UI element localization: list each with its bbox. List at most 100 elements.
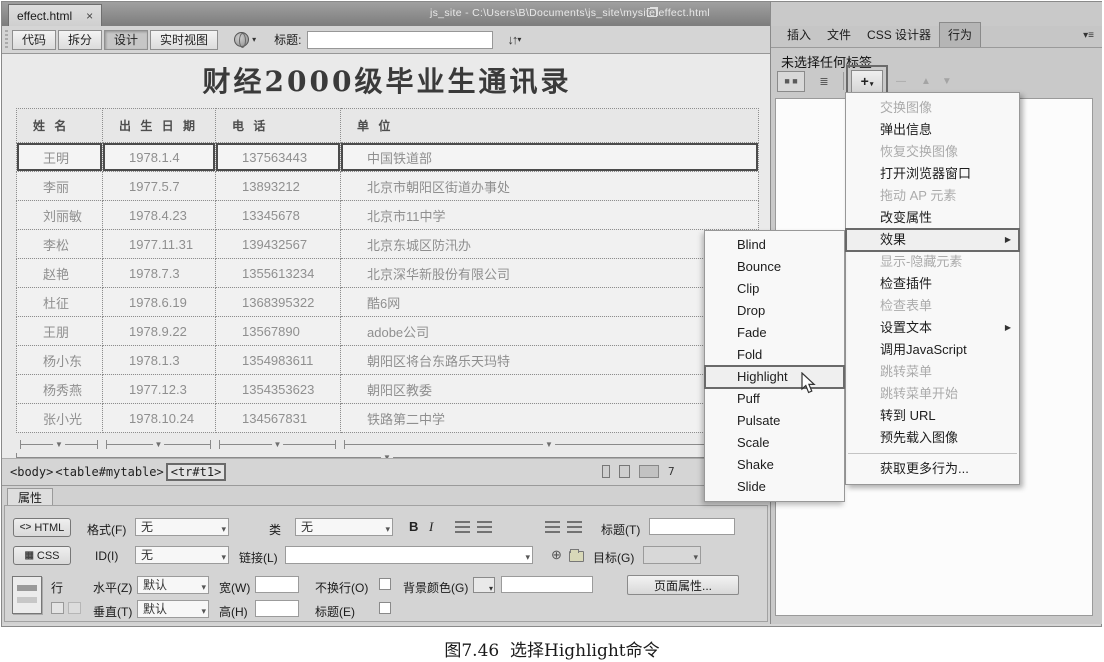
table-cell[interactable]: 刘丽敏 (17, 201, 103, 230)
add-behavior-button[interactable]: + ▾ (851, 70, 883, 93)
bgcolor-input[interactable] (501, 576, 593, 593)
desktop-size-icon[interactable] (639, 465, 659, 478)
tag-selector-item[interactable]: <body> (10, 465, 53, 479)
id-select[interactable]: 无 (135, 546, 229, 564)
view-mode-button[interactable]: 实时视图 (150, 30, 218, 50)
merge-cells-icon[interactable] (51, 602, 64, 614)
horizontal-select[interactable]: 默认 (137, 576, 209, 594)
table-cell[interactable]: 1977.5.7 (103, 172, 216, 201)
table-header-cell[interactable]: 电 话 (216, 109, 341, 143)
table-row[interactable]: 赵艳1978.7.31355613234北京深华新股份有限公司 (17, 259, 759, 288)
column-caret-icon[interactable]: ▼ (272, 440, 284, 449)
table-cell[interactable]: 酷6网 (341, 288, 759, 317)
bold-button[interactable]: B (409, 519, 418, 534)
table-header-cell[interactable]: 单 位 (341, 109, 759, 143)
page-heading[interactable]: 财经2000级毕业生通讯录 (16, 60, 758, 100)
table-cell[interactable]: 13345678 (216, 201, 341, 230)
behavior-menu-item[interactable]: 弹出信息 (846, 119, 1019, 141)
outdent-icon[interactable] (545, 521, 560, 533)
effects-submenu-item[interactable]: Puff (705, 388, 844, 410)
table-header-cell[interactable]: 姓 名 (17, 109, 103, 143)
header-cell-checkbox[interactable] (379, 602, 391, 614)
table-cell[interactable]: 中国铁道部 (341, 143, 759, 172)
table-cell[interactable]: 1354983611 (216, 346, 341, 375)
panel-tab[interactable]: 文件 (819, 23, 859, 47)
globe-caret-icon[interactable]: ▾ (252, 35, 256, 44)
table-cell[interactable]: 1978.6.19 (103, 288, 216, 317)
table-row[interactable]: 张小光1978.10.24134567831铁路第二中学 (17, 404, 759, 433)
close-icon[interactable]: × (86, 9, 93, 23)
ordered-list-icon[interactable] (477, 521, 492, 533)
table-row[interactable]: 李丽1977.5.713893212北京市朝阳区街道办事处 (17, 172, 759, 201)
table-cell[interactable]: 1355613234 (216, 259, 341, 288)
table-row[interactable]: 杜征1978.6.191368395322酷6网 (17, 288, 759, 317)
effects-submenu-item[interactable]: Bounce (705, 256, 844, 278)
title-attr-input[interactable] (649, 518, 735, 535)
effects-submenu-item[interactable]: Fade (705, 322, 844, 344)
table-cell[interactable]: 1978.7.3 (103, 259, 216, 288)
browse-folder-icon[interactable] (569, 551, 584, 562)
effects-submenu-item[interactable]: Drop (705, 300, 844, 322)
html-mode-button[interactable]: <> HTML (13, 518, 71, 537)
table-cell[interactable]: 铁路第二中学 (341, 404, 759, 433)
table-cell[interactable]: 137563443 (216, 143, 341, 172)
class-select[interactable]: 无 (295, 518, 393, 536)
view-mode-button[interactable]: 代码 (12, 30, 56, 50)
column-width-marker[interactable]: ▼ (106, 440, 211, 449)
table-cell[interactable]: 朝阳区教委 (341, 375, 759, 404)
behavior-menu-item[interactable]: 调用JavaScript (846, 339, 1019, 361)
column-caret-icon[interactable]: ▼ (53, 440, 65, 449)
panel-tab[interactable]: 插入 (779, 23, 819, 47)
table-row[interactable]: 王朋1978.9.2213567890adobe公司 (17, 317, 759, 346)
indent-icon[interactable] (567, 521, 582, 533)
design-view[interactable]: 财经2000级毕业生通讯录 姓 名出 生 日 期电 话单 位 王明1978.1.… (2, 54, 770, 458)
table-row[interactable]: 杨小东1978.1.31354983611朝阳区将台东路乐天玛特 (17, 346, 759, 375)
table-cell[interactable]: 杨秀燕 (17, 375, 103, 404)
table-cell[interactable]: 李丽 (17, 172, 103, 201)
table-cell[interactable]: 北京东城区防汛办 (341, 230, 759, 259)
nowrap-checkbox[interactable] (379, 578, 391, 590)
css-mode-button[interactable]: ▦ CSS (13, 546, 71, 565)
table-cell[interactable]: 1978.10.24 (103, 404, 216, 433)
table-cell[interactable]: 王朋 (17, 317, 103, 346)
behavior-menu-item[interactable]: 获取更多行为... (846, 458, 1019, 480)
unordered-list-icon[interactable] (455, 521, 470, 533)
table-cell[interactable]: 13567890 (216, 317, 341, 346)
table-cell[interactable]: 1354353623 (216, 375, 341, 404)
table-row[interactable]: 刘丽敏1978.4.2313345678北京市11中学 (17, 201, 759, 230)
table-cell[interactable]: 1978.1.3 (103, 346, 216, 375)
table-cell[interactable]: 1368395322 (216, 288, 341, 317)
table-cell[interactable]: 1978.1.4 (103, 143, 216, 172)
width-input[interactable] (255, 576, 299, 593)
effects-submenu-item[interactable]: Clip (705, 278, 844, 300)
file-management-caret-icon[interactable]: ▾ (517, 35, 521, 44)
bgcolor-swatch[interactable] (473, 577, 495, 593)
table-cell[interactable]: 张小光 (17, 404, 103, 433)
table-cell[interactable]: 139432567 (216, 230, 341, 259)
column-caret-icon[interactable]: ▼ (543, 440, 555, 449)
behavior-menu-item[interactable]: 预先载入图像 (846, 427, 1019, 449)
effects-submenu-item[interactable]: Shake (705, 454, 844, 476)
behavior-menu-item[interactable]: 检查插件 (846, 273, 1019, 295)
table-header-cell[interactable]: 出 生 日 期 (103, 109, 216, 143)
table-cell[interactable]: 杜征 (17, 288, 103, 317)
effects-submenu-item[interactable]: Pulsate (705, 410, 844, 432)
italic-button[interactable]: I (429, 519, 433, 535)
table-cell[interactable]: 1977.11.31 (103, 230, 216, 259)
tag-selector-item[interactable]: <tr#t1> (166, 463, 227, 481)
table-row[interactable]: 李松1977.11.31139432567北京东城区防汛办 (17, 230, 759, 259)
preview-globe-icon[interactable] (234, 32, 249, 47)
file-management-icon[interactable]: ↓↑ (507, 32, 516, 47)
link-input[interactable] (285, 546, 533, 564)
phone-size-icon[interactable] (602, 465, 610, 478)
column-width-marker[interactable]: ▼ (219, 440, 336, 449)
table-cell[interactable]: 李松 (17, 230, 103, 259)
panel-tab[interactable]: 行为 (939, 22, 981, 47)
properties-panel-tab[interactable]: 属性 (7, 488, 53, 505)
table-cell[interactable]: 朝阳区将台东路乐天玛特 (341, 346, 759, 375)
table-row[interactable]: 杨秀燕1977.12.31354353623朝阳区教委 (17, 375, 759, 404)
table-cell[interactable]: 北京市11中学 (341, 201, 759, 230)
behavior-menu-item[interactable]: 打开浏览器窗口 (846, 163, 1019, 185)
table-cell[interactable]: 北京市朝阳区街道办事处 (341, 172, 759, 201)
table-cell[interactable]: 1977.12.3 (103, 375, 216, 404)
